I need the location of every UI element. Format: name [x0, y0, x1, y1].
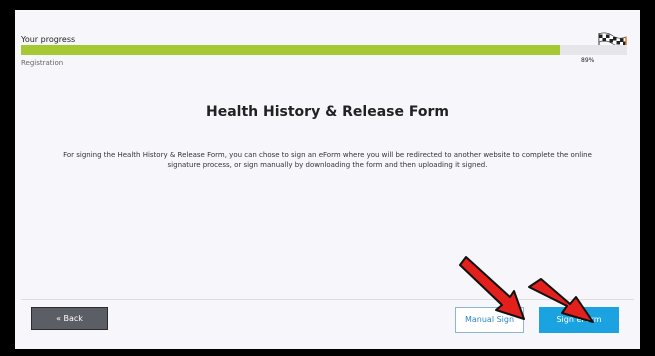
form-description: For signing the Health History & Release… [63, 151, 592, 169]
progress-percent: 89% [581, 57, 595, 64]
progress-bar [21, 45, 627, 55]
progress-bar-fill [21, 45, 561, 55]
stage-label: Registration [21, 59, 64, 67]
red-arrow-icon [452, 255, 602, 330]
page-title: Health History & Release Form [206, 104, 449, 120]
progress-title: Your progress [21, 35, 76, 44]
back-button[interactable]: « Back [31, 307, 108, 330]
